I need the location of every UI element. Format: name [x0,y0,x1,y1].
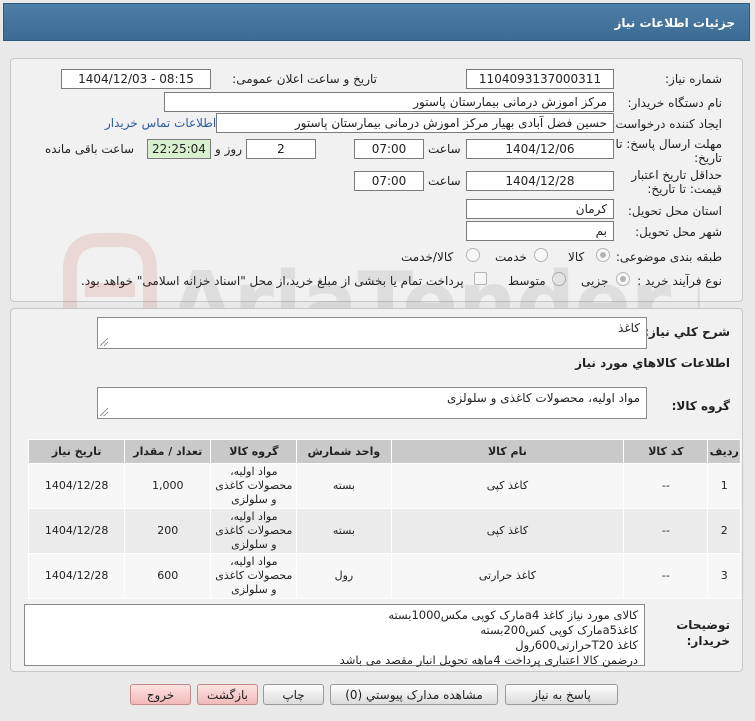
announce-date-label: تاریخ و ساعت اعلان عمومی: [232,72,377,86]
col-item-code: کد کالا [623,439,709,464]
cell-item-group: مواد اولیه، محصولات کاغذی و سلولزی [210,463,298,509]
summary-field: کاغذ [97,317,647,349]
cell-item-code: -- [623,553,709,599]
remaining-time-field: 22:25:04 [147,139,211,159]
buyer-contact-link[interactable]: اطلاعات تماس خریدار [105,116,216,130]
summary-label: شرح کلي نياز: [644,325,730,339]
cell-item-group: مواد اولیه، محصولات کاغذی و سلولزی [210,553,298,599]
col-item-group: گروه کالا [210,439,298,464]
goods-group-text: مواد اولیه، محصولات کاغذی و سلولزی [446,391,640,405]
process-medium-label: متوسط [508,274,546,288]
city-label: شهر محل تحویل: [635,225,722,239]
need-number-label: شماره نیاز: [665,72,722,86]
category-goods-label: کالا [568,250,585,264]
category-service-label: خدمت [495,250,527,264]
print-button[interactable]: چاپ [263,684,324,705]
goods-table: ردیف کد کالا نام کالا واحد شمارش گروه کا… [27,439,741,599]
cell-unit: بسته [296,463,392,509]
payment-note: پرداخت تمام یا بخشی از مبلغ خرید،از محل … [81,274,464,288]
deadline-time-field: 07:00 [354,139,424,159]
goods-info-title: اطلاعات کالاهاي مورد نياز [575,356,730,370]
need-info-panel: شماره نیاز: 1104093137000311 تاریخ و ساع… [10,58,743,302]
cell-row-number: 1 [707,463,741,509]
remaining-time-label: ساعت باقی مانده [45,142,135,156]
deadline-time-label: ساعت [428,142,461,156]
goods-group-field: مواد اولیه، محصولات کاغذی و سلولزی [97,387,647,419]
deadline-label: مهلت ارسال پاسخ: تا تاریخ: [615,137,722,165]
col-item-name: نام کالا [390,439,625,464]
goods-group-label: گروه کالا: [671,399,730,413]
category-label: طبقه بندی موضوعی: [615,250,722,264]
buyer-org-field: مرکز اموزش درمانی بیمارستان پاستور [164,92,614,112]
table-row: 2 -- کاغذ کپی بسته مواد اولیه، محصولات ک… [27,508,741,554]
category-goods-service-label: کالا/خدمت [401,250,454,264]
cell-item-name: کاغذ کپی [390,463,625,509]
deadline-date-field: 1404/12/06 [466,139,614,159]
cell-quantity: 1,000 [124,463,212,509]
resize-grip-icon[interactable] [100,408,108,416]
view-attachments-button[interactable]: مشاهده مدارک پیوستي (0) [330,684,498,705]
col-quantity: تعداد / مقدار [124,439,212,464]
category-goods-service-radio[interactable] [466,248,480,262]
cell-item-name: کاغذ حرارتی [390,553,625,599]
cell-row-number: 2 [707,508,741,554]
process-label: نوع فرآیند خرید : [637,274,722,288]
cell-row-number: 3 [707,553,741,599]
table-header-row: ردیف کد کالا نام کالا واحد شمارش گروه کا… [27,439,741,464]
cell-item-name: کاغذ کپی [390,508,625,554]
days-remaining-field: 2 [246,139,316,159]
days-label: روز و [215,142,242,156]
process-partial-label: جزیی [581,274,609,288]
category-goods-radio[interactable] [596,248,610,262]
exit-button[interactable]: خروج [130,684,191,705]
validity-label: حداقل تاریخ اعتبار قیمت: تا تاریخ: [631,168,722,196]
province-field: کرمان [466,199,614,219]
validity-date-field: 1404/12/28 [466,171,614,191]
city-field: بم [466,221,614,241]
creator-label: ایجاد کننده درخواست: [611,117,722,131]
cell-unit: رول [296,553,392,599]
back-button[interactable]: بازگشت [197,684,258,705]
category-service-radio[interactable] [534,248,548,262]
announce-date-field: 1404/12/03 - 08:15 [61,69,211,89]
summary-text: کاغذ [618,321,640,335]
province-label: استان محل تحویل: [627,204,722,218]
process-medium-radio[interactable] [552,272,566,286]
cell-need-date: 1404/12/28 [27,463,126,509]
col-unit: واحد شمارش [296,439,392,464]
table-row: 1 -- کاغذ کپی بسته مواد اولیه، محصولات ک… [27,463,741,509]
buyer-notes-field: کالای مورد نیاز کاغذ a4مارک کوپی مکس1000… [24,604,645,667]
col-row-number: ردیف [707,439,741,464]
validity-time-label: ساعت [428,174,461,188]
buyer-org-label: نام دستگاه خریدار: [627,96,723,110]
cell-need-date: 1404/12/28 [27,553,126,599]
reply-button[interactable]: پاسخ به نیاز [505,684,618,705]
cell-quantity: 600 [124,553,212,599]
col-need-date: تاریخ نیاز [27,439,126,464]
cell-item-code: -- [623,508,709,554]
cell-item-code: -- [623,463,709,509]
process-partial-radio[interactable] [616,272,630,286]
need-number-field: 1104093137000311 [466,69,614,89]
treasury-payment-checkbox[interactable] [474,272,487,285]
creator-field: حسین فضل آبادی بهیار مرکز اموزش درمانی ب… [216,113,614,133]
cell-need-date: 1404/12/28 [27,508,126,554]
page-header: جزئیات اطلاعات نیاز [3,3,750,41]
goods-panel: شرح کلي نياز: کاغذ اطلاعات کالاهاي مورد … [10,308,743,672]
validity-time-field: 07:00 [354,171,424,191]
table-row: 3 -- کاغذ حرارتی رول مواد اولیه، محصولات… [27,553,741,599]
cell-unit: بسته [296,508,392,554]
buyer-notes-label: توضیحات خریدار: [676,618,730,648]
page-title: جزئیات اطلاعات نیاز [614,16,735,30]
resize-grip-icon[interactable] [100,338,108,346]
cell-item-group: مواد اولیه، محصولات کاغذی و سلولزی [210,508,298,554]
cell-quantity: 200 [124,508,212,554]
